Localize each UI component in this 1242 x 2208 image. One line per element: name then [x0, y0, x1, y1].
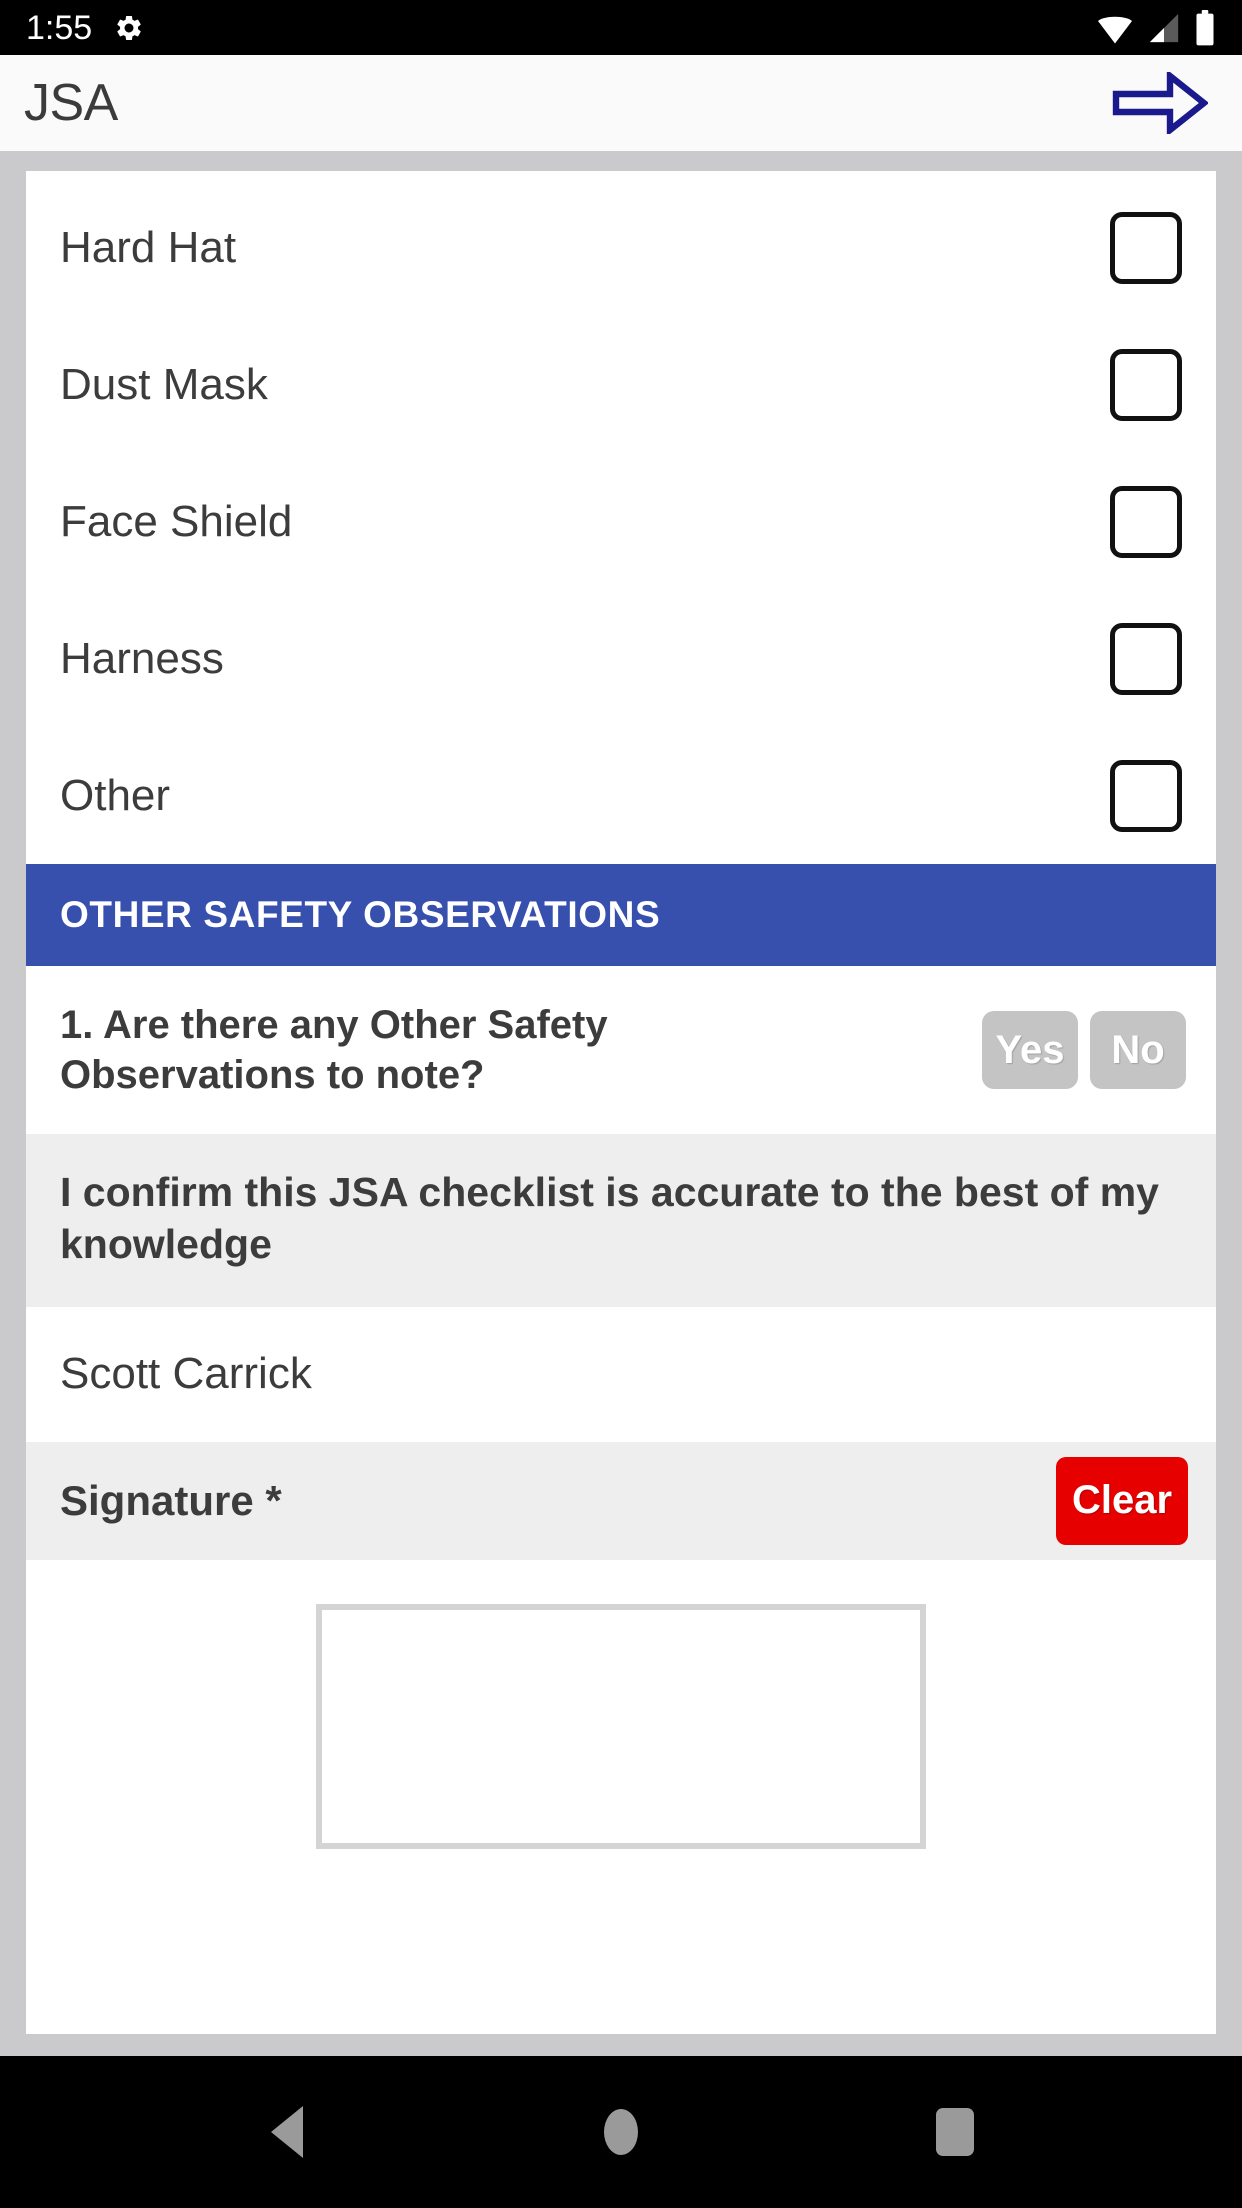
- nav-home-button[interactable]: [546, 2057, 696, 2207]
- ppe-row-hard-hat[interactable]: Hard Hat: [26, 179, 1216, 316]
- ppe-checklist: Hard Hat Dust Mask Face Shield Harness O…: [26, 171, 1216, 864]
- ppe-label: Face Shield: [60, 496, 293, 546]
- app-bar: JSA: [0, 55, 1242, 151]
- section-header-label: OTHER SAFETY OBSERVATIONS: [60, 894, 661, 935]
- next-button[interactable]: [1104, 65, 1216, 141]
- status-bar-left: 1:55: [26, 11, 144, 45]
- yes-no-toggle-group: Yes No: [982, 1011, 1186, 1089]
- status-bar: 1:55: [0, 0, 1242, 55]
- clear-signature-button[interactable]: Clear: [1056, 1456, 1188, 1545]
- app-bar-actions: [1104, 65, 1216, 141]
- status-bar-clock: 1:55: [26, 8, 93, 47]
- ppe-checkbox-face-shield[interactable]: [1110, 485, 1182, 558]
- ppe-label: Dust Mask: [60, 359, 268, 409]
- signature-area: [26, 1559, 1216, 1849]
- question-row-1: 1. Are there any Other Safety Observatio…: [26, 966, 1216, 1134]
- confirmation-text: I confirm this JSA checklist is accurate…: [60, 1169, 1159, 1268]
- ppe-row-face-shield[interactable]: Face Shield: [26, 453, 1216, 590]
- confirmation-block: I confirm this JSA checklist is accurate…: [26, 1134, 1216, 1307]
- signature-header: Signature * Clear: [26, 1441, 1216, 1560]
- ppe-row-dust-mask[interactable]: Dust Mask: [26, 316, 1216, 453]
- signature-pad[interactable]: [316, 1603, 926, 1849]
- recents-icon: [936, 2108, 974, 2156]
- no-button[interactable]: No: [1090, 1011, 1186, 1089]
- ppe-row-other[interactable]: Other: [26, 727, 1216, 864]
- page-body: Hard Hat Dust Mask Face Shield Harness O…: [0, 151, 1242, 2056]
- page-title: JSA: [24, 74, 118, 132]
- yes-button[interactable]: Yes: [982, 1011, 1078, 1089]
- ppe-checkbox-hard-hat[interactable]: [1110, 211, 1182, 284]
- gear-icon: [114, 13, 144, 43]
- home-icon: [604, 2109, 638, 2155]
- ppe-label: Other: [60, 770, 171, 820]
- name-value: Scott Carrick: [60, 1349, 312, 1399]
- form-card: Hard Hat Dust Mask Face Shield Harness O…: [26, 171, 1216, 2034]
- android-nav-bar: [0, 2056, 1242, 2208]
- ppe-checkbox-other[interactable]: [1110, 759, 1182, 832]
- ppe-checkbox-harness[interactable]: [1110, 622, 1182, 695]
- nav-recents-button[interactable]: [880, 2057, 1030, 2207]
- question-text: 1. Are there any Other Safety Observatio…: [60, 1003, 608, 1097]
- ppe-checkbox-dust-mask[interactable]: [1110, 348, 1182, 421]
- wifi-icon: [1096, 11, 1134, 45]
- back-icon: [271, 2106, 303, 2158]
- battery-icon: [1194, 9, 1216, 46]
- section-header-other-safety-observations: OTHER SAFETY OBSERVATIONS: [26, 864, 1216, 966]
- signal-icon: [1146, 11, 1182, 45]
- ppe-row-harness[interactable]: Harness: [26, 590, 1216, 727]
- signature-label: Signature *: [60, 1476, 282, 1524]
- name-row[interactable]: Scott Carrick: [26, 1306, 1216, 1442]
- ppe-label: Hard Hat: [60, 222, 237, 272]
- next-arrow-icon: [1112, 72, 1208, 134]
- ppe-label: Harness: [60, 633, 224, 683]
- nav-back-button[interactable]: [212, 2057, 362, 2207]
- status-bar-right: [1096, 9, 1216, 46]
